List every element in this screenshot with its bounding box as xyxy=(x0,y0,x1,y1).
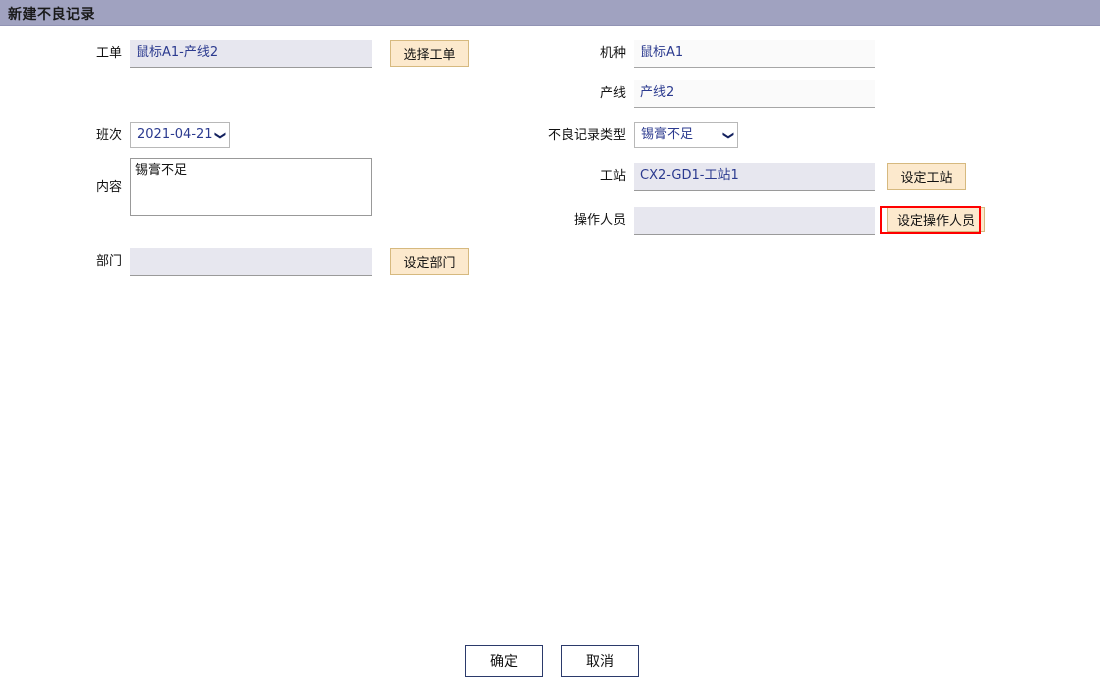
set-operator-button[interactable]: 设定操作人员 xyxy=(887,207,985,232)
content-textarea[interactable]: 锡膏不足 xyxy=(130,158,372,216)
confirm-button[interactable]: 确定 xyxy=(465,645,543,677)
work-order-field[interactable]: 鼠标A1-产线2 xyxy=(130,40,372,68)
model-label: 机种 xyxy=(599,46,626,61)
defect-record-form: 工单 鼠标A1-产线2 选择工单 班次 2021-04-21畺 ❯ 内容 锡膏不… xyxy=(0,26,1100,586)
form-row-line: 产线 产线2 xyxy=(500,80,875,108)
cancel-button[interactable]: 取消 xyxy=(561,645,639,677)
defect-type-select-value: 锡膏不足 xyxy=(641,127,694,142)
model-field: 鼠标A1 xyxy=(634,40,875,68)
window-titlebar: 新建不良记录 xyxy=(0,0,1100,26)
form-row-model: 机种 鼠标A1 xyxy=(500,40,875,68)
defect-type-label: 不良记录类型 xyxy=(547,128,626,143)
footer-actions: 确定 取消 xyxy=(465,645,639,677)
department-label: 部门 xyxy=(95,254,122,269)
form-row-station: 工站 CX2-GD1-工站1 设定工站 xyxy=(500,163,966,191)
chevron-down-icon: ❯ xyxy=(213,130,227,140)
operator-label: 操作人员 xyxy=(573,213,626,228)
work-order-label: 工单 xyxy=(95,46,122,61)
line-label: 产线 xyxy=(599,86,626,101)
shift-select[interactable]: 2021-04-21畺 ❯ xyxy=(130,122,230,148)
line-field: 产线2 xyxy=(634,80,875,108)
form-row-defect-type: 不良记录类型 锡膏不足 ❯ xyxy=(500,122,738,150)
content-label: 内容 xyxy=(95,180,122,195)
chevron-down-icon: ❯ xyxy=(721,130,735,140)
form-row-operator: 操作人员 设定操作人员 xyxy=(500,207,985,235)
station-field[interactable]: CX2-GD1-工站1 xyxy=(634,163,875,191)
operator-field[interactable] xyxy=(634,207,875,235)
form-row-content: 内容 锡膏不足 xyxy=(60,158,372,218)
station-label: 工站 xyxy=(599,169,626,184)
department-field[interactable] xyxy=(130,248,372,276)
window-title: 新建不良记录 xyxy=(8,7,95,23)
shift-label: 班次 xyxy=(95,128,122,143)
form-row-department: 部门 设定部门 xyxy=(60,248,469,276)
set-station-button[interactable]: 设定工站 xyxy=(887,163,966,190)
select-work-order-button[interactable]: 选择工单 xyxy=(390,40,469,67)
defect-type-select[interactable]: 锡膏不足 ❯ xyxy=(634,122,738,148)
form-row-work-order: 工单 鼠标A1-产线2 选择工单 xyxy=(60,40,469,68)
form-row-shift: 班次 2021-04-21畺 ❯ xyxy=(60,122,230,150)
set-department-button[interactable]: 设定部门 xyxy=(390,248,469,275)
shift-select-value: 2021-04-21畺 xyxy=(137,127,212,142)
